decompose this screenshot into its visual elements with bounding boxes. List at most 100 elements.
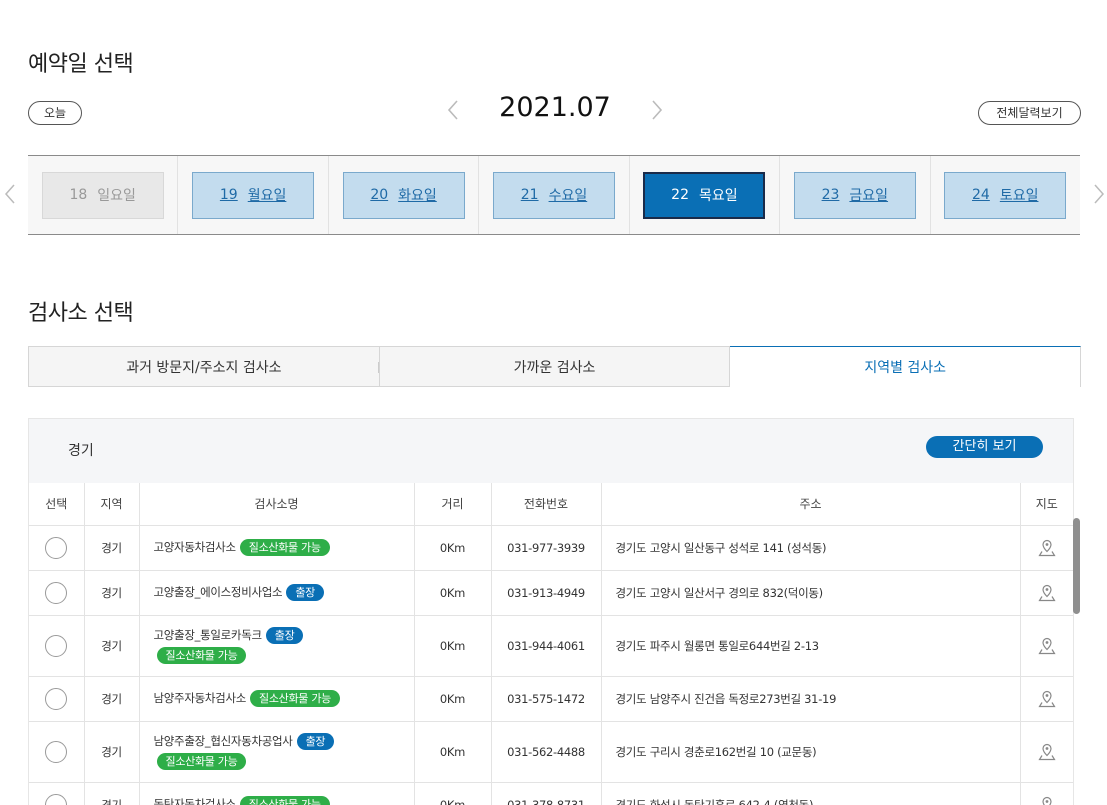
date-button-18: 18 일요일 — [41, 171, 164, 219]
date-day: 21 — [520, 187, 539, 203]
select-radio[interactable] — [45, 687, 68, 710]
date-day: 18 — [69, 187, 88, 203]
col-address: 주소 — [601, 483, 1021, 526]
tab-nearby[interactable]: 가까운 검사소 — [379, 346, 731, 387]
date-cell: 22 목요일 — [630, 156, 781, 234]
map-pin-icon[interactable] — [1038, 743, 1056, 761]
date-cell: 24 토요일 — [931, 156, 1080, 234]
date-button-22[interactable]: 22 목요일 — [643, 171, 766, 219]
select-radio[interactable] — [45, 634, 68, 657]
date-button-19[interactable]: 19 월요일 — [192, 171, 315, 219]
simple-view-button[interactable]: 간단히 보기 — [926, 436, 1043, 458]
row-phone: 031-977-3939 — [491, 525, 602, 571]
date-day: 23 — [821, 187, 840, 203]
date-day: 20 — [370, 187, 389, 203]
chevron-left-icon[interactable] — [446, 98, 460, 122]
col-region: 지역 — [84, 483, 140, 526]
table-row: 경기 남양주출장_협신자동차공업사 출장 질소산화물 가능 0Km 031-562-… — [29, 721, 1073, 783]
center-name: 동탄자동차검사소 — [153, 797, 237, 805]
table-row: 경기 고양출장_통일로카독크 출장 질소산화물 가능 0Km 031-944-406… — [29, 615, 1073, 677]
field-badge: 출장 — [286, 584, 324, 601]
date-weekday: 목요일 — [698, 188, 738, 204]
date-button-23[interactable]: 23 금요일 — [793, 171, 916, 219]
today-button[interactable]: 오늘 — [28, 101, 82, 125]
row-distance: 0Km — [414, 570, 492, 616]
row-region: 경기 — [84, 721, 140, 783]
center-select-title: 검사소 선택 — [28, 301, 134, 326]
date-cell: 23 금요일 — [780, 156, 931, 234]
reserve-date-title: 예약일 선택 — [28, 52, 134, 77]
select-radio[interactable] — [45, 536, 68, 559]
date-cell: 20 화요일 — [329, 156, 480, 234]
date-button-24[interactable]: 24 토요일 — [944, 171, 1067, 219]
nox-badge: 질소산화물 가능 — [156, 647, 247, 664]
select-radio[interactable] — [45, 740, 68, 763]
row-distance: 0Km — [414, 676, 492, 722]
center-name: 남양주자동차검사소 — [153, 691, 247, 705]
date-strip: 18 일요일 19 월요일 20 화요일 21 수요일 22 목요일 23 금요… — [28, 155, 1080, 235]
table-row: 경기 고양자동차검사소 질소산화물 가능 0Km 031-977-3939 경기도… — [29, 525, 1073, 571]
panel-header: 경기 간단히 보기 — [29, 419, 1073, 483]
chevron-left-icon[interactable] — [4, 183, 16, 205]
map-pin-icon[interactable] — [1038, 539, 1056, 557]
center-name: 고양출장_통일로카독크 — [153, 628, 263, 642]
list-scrollbar[interactable] — [1073, 518, 1080, 614]
full-calendar-button[interactable]: 전체달력보기 — [978, 101, 1081, 125]
row-phone: 031-562-4488 — [491, 721, 602, 783]
col-select: 선택 — [29, 483, 85, 526]
date-weekday: 일요일 — [97, 188, 136, 204]
map-pin-icon[interactable] — [1038, 637, 1056, 655]
row-distance: 0Km — [414, 615, 492, 677]
region-label: 경기 — [68, 443, 94, 459]
center-tabs: 과거 방문지/주소지 검사소 가까운 검사소 지역별 검사소 — [28, 346, 1082, 387]
row-region: 경기 — [84, 676, 140, 722]
col-phone: 전화번호 — [491, 483, 602, 526]
center-table: 선택 지역 검사소명 거리 전화번호 주소 지도 경기 고양자동차검사소 질소산화… — [29, 483, 1073, 805]
row-distance: 0Km — [414, 525, 492, 571]
map-pin-icon[interactable] — [1038, 584, 1056, 602]
map-pin-icon[interactable] — [1038, 690, 1056, 708]
center-name: 고양자동차검사소 — [153, 540, 237, 554]
row-distance: 0Km — [414, 782, 492, 805]
current-month: 2021.07 — [499, 92, 611, 123]
center-name: 남양주출장_협신자동차공업사 — [153, 734, 293, 748]
row-phone: 031-913-4949 — [491, 570, 602, 616]
map-pin-icon[interactable] — [1038, 796, 1056, 805]
row-phone: 031-378-8731 — [491, 782, 602, 805]
row-phone: 031-575-1472 — [491, 676, 602, 722]
select-radio[interactable] — [45, 793, 68, 805]
table-row: 경기 동탄자동차검사소 질소산화물 가능 0Km 031-378-8731 경기도… — [29, 782, 1073, 805]
row-address: 경기도 고양시 일산동구 성석로 141 (성석동) — [601, 525, 1021, 571]
select-radio[interactable] — [45, 581, 68, 604]
chevron-right-icon[interactable] — [650, 98, 664, 122]
row-region: 경기 — [84, 570, 140, 616]
tab-past-visit[interactable]: 과거 방문지/주소지 검사소 — [28, 346, 380, 387]
row-address: 경기도 구리시 경춘로162번길 10 (교문동) — [601, 721, 1021, 783]
row-address: 경기도 화성시 동탄기흥로 642-4 (영천동) — [601, 782, 1021, 805]
table-header-row: 선택 지역 검사소명 거리 전화번호 주소 지도 — [29, 483, 1073, 526]
row-address: 경기도 남양주시 진건읍 독정로273번길 31-19 — [601, 676, 1021, 722]
date-day: 22 — [671, 187, 689, 203]
date-weekday: 화요일 — [398, 188, 437, 204]
col-distance: 거리 — [414, 483, 492, 526]
col-map: 지도 — [1020, 483, 1073, 526]
nox-badge: 질소산화물 가능 — [239, 796, 330, 805]
date-weekday: 토요일 — [999, 188, 1039, 204]
table-row: 경기 고양출장_에이스정비사업소 출장 0Km 031-913-4949 경기도 … — [29, 570, 1073, 616]
chevron-right-icon[interactable] — [1093, 183, 1105, 205]
nox-badge: 질소산화물 가능 — [156, 753, 247, 770]
row-distance: 0Km — [414, 721, 492, 783]
date-button-20[interactable]: 20 화요일 — [342, 171, 465, 219]
row-address: 경기도 고양시 일산서구 경의로 832(덕이동) — [601, 570, 1021, 616]
field-badge: 출장 — [265, 627, 304, 644]
tab-by-region[interactable]: 지역별 검사소 — [730, 346, 1082, 387]
date-button-21[interactable]: 21 수요일 — [492, 171, 615, 219]
date-day: 19 — [219, 187, 238, 203]
nox-badge: 질소산화물 가능 — [250, 690, 340, 707]
col-name: 검사소명 — [139, 483, 415, 526]
center-list-panel: 경기 간단히 보기 선택 지역 검사소명 거리 전화번호 주소 지도 경기 고양… — [28, 418, 1074, 805]
date-weekday: 금요일 — [849, 188, 889, 204]
date-day: 24 — [972, 187, 990, 203]
row-address: 경기도 파주시 월롱면 통일로644번길 2-13 — [601, 615, 1021, 677]
date-cell: 19 월요일 — [178, 156, 329, 234]
